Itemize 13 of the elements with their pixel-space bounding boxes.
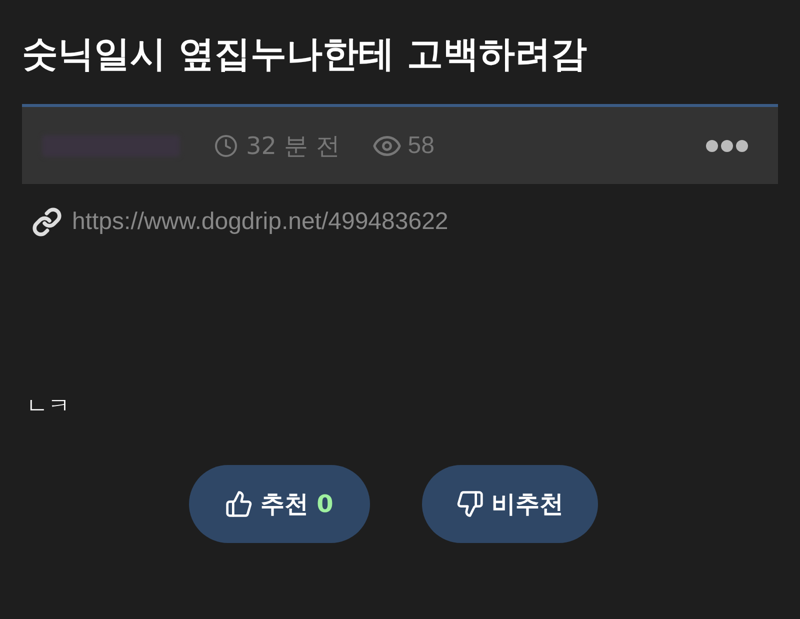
- thumbs-down-icon: [456, 490, 484, 518]
- thumbs-up-icon: [224, 490, 253, 518]
- post-link[interactable]: https://www.dogdrip.net/499483622: [72, 204, 448, 240]
- link-icon: [32, 207, 62, 237]
- upvote-button[interactable]: 추천 0: [188, 465, 370, 543]
- upvote-count: 0: [316, 489, 334, 520]
- downvote-button[interactable]: 비추천: [422, 465, 598, 543]
- view-count: 58: [408, 130, 434, 160]
- more-options-icon[interactable]: [706, 140, 748, 152]
- clock-icon: [214, 134, 238, 158]
- post-title: 숫닉일시 옆집누나한테 고백하려감: [22, 33, 588, 77]
- post-body: ㄴㅋ: [26, 393, 71, 421]
- post-time: 32 분 전: [246, 130, 340, 162]
